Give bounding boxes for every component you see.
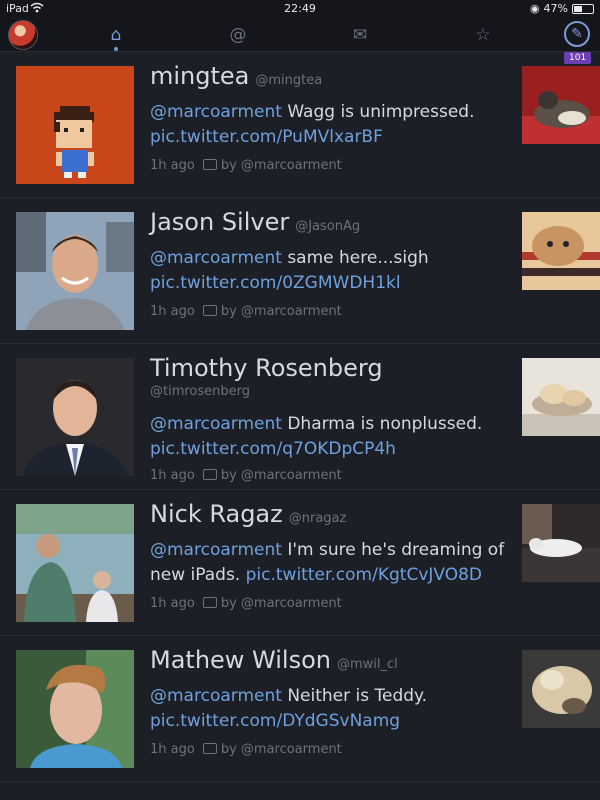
author-name[interactable]: mingtea bbox=[150, 62, 249, 90]
media-link[interactable]: pic.twitter.com/KgtCvJVO8D bbox=[246, 565, 482, 585]
tweet-meta: 1h ago by @marcoarment bbox=[150, 742, 342, 757]
toolbar: ⌂ @ ✉ ☆ ✎ bbox=[0, 18, 600, 52]
timestamp: 1h ago bbox=[150, 304, 195, 319]
mention-link[interactable]: @marcoarment bbox=[150, 540, 282, 560]
timestamp: 1h ago bbox=[150, 468, 195, 483]
unread-dot bbox=[114, 47, 118, 51]
tweet-meta: 1h ago by @marcoarment bbox=[150, 596, 342, 611]
tweet-row[interactable]: Mathew Wilson @mwil_cl @marcoarment Neith… bbox=[0, 636, 600, 782]
author-handle[interactable]: @mingtea bbox=[255, 73, 322, 88]
timestamp: 1h ago bbox=[150, 742, 195, 757]
media-link[interactable]: pic.twitter.com/PuMVlxarBF bbox=[150, 127, 383, 147]
tweet-text: @marcoarment Neither is Teddy. pic.twitt… bbox=[150, 684, 510, 734]
retweet-icon bbox=[202, 469, 217, 480]
mention-link[interactable]: @marcoarment bbox=[150, 414, 282, 434]
lock-rotation-icon: ◉ bbox=[529, 2, 540, 15]
home-icon[interactable]: ⌂ bbox=[103, 22, 129, 51]
battery-icon bbox=[572, 3, 594, 14]
tweet-body: same here...sigh bbox=[281, 248, 429, 268]
avatar[interactable] bbox=[16, 66, 134, 184]
favorites-icon[interactable]: ☆ bbox=[470, 22, 496, 48]
tweet-row[interactable]: Nick Ragaz @nragaz @marcoarment I'm sure … bbox=[0, 490, 600, 636]
author-line: Jason Silver @JasonAg bbox=[150, 208, 510, 236]
avatar[interactable] bbox=[16, 504, 134, 622]
mention-link[interactable]: @marcoarment bbox=[150, 686, 282, 706]
author-name[interactable]: Jason Silver bbox=[150, 208, 289, 236]
author-handle[interactable]: @JasonAg bbox=[295, 219, 360, 234]
author-name[interactable]: Nick Ragaz bbox=[150, 500, 283, 528]
tweet-row[interactable]: Timothy Rosenberg @timrosenberg @marcoar… bbox=[0, 344, 600, 490]
avatar[interactable] bbox=[16, 650, 134, 768]
mentions-icon[interactable]: @ bbox=[225, 22, 251, 48]
media-thumbnail[interactable] bbox=[522, 504, 600, 582]
timeline[interactable]: mingtea @mingtea @marcoarment Wagg is uni… bbox=[0, 52, 600, 800]
status-bar: iPad 22:49 ◉ 47% bbox=[0, 0, 600, 18]
tweet-text: @marcoarment same here...sigh pic.twitte… bbox=[150, 246, 510, 296]
battery-percent: 47% bbox=[543, 2, 568, 15]
clock: 22:49 bbox=[284, 2, 316, 15]
account-avatar[interactable] bbox=[8, 20, 38, 50]
media-link[interactable]: pic.twitter.com/q7OKDpCP4h bbox=[150, 439, 396, 459]
author-handle[interactable]: @mwil_cl bbox=[337, 657, 398, 672]
tweet-text: @marcoarment Dharma is nonplussed. pic.t… bbox=[150, 412, 510, 462]
messages-icon[interactable]: ✉ bbox=[347, 22, 373, 48]
author-line: Timothy Rosenberg bbox=[150, 354, 510, 382]
retweet-icon bbox=[202, 597, 217, 608]
media-link[interactable]: pic.twitter.com/0ZGMWDH1kl bbox=[150, 273, 401, 293]
tweet-body: Neither is Teddy. bbox=[281, 686, 428, 706]
mention-link[interactable]: @marcoarment bbox=[150, 248, 282, 268]
retweet-icon bbox=[202, 159, 217, 170]
avatar[interactable] bbox=[16, 358, 134, 476]
tweet-row[interactable]: Jason Silver @JasonAg @marcoarment same h… bbox=[0, 198, 600, 344]
author-line: mingtea @mingtea bbox=[150, 62, 510, 90]
author-line: Nick Ragaz @nragaz bbox=[150, 500, 510, 528]
retweeted-by[interactable]: by @marcoarment bbox=[221, 158, 342, 173]
compose-icon[interactable]: ✎ bbox=[564, 21, 590, 47]
media-thumbnail[interactable] bbox=[522, 66, 600, 144]
retweet-icon bbox=[202, 743, 217, 754]
tweet-meta: 1h ago by @marcoarment bbox=[150, 158, 342, 173]
unread-badge: 101 bbox=[564, 52, 592, 64]
author-name[interactable]: Timothy Rosenberg bbox=[150, 354, 383, 382]
media-thumbnail[interactable] bbox=[522, 358, 600, 436]
retweeted-by[interactable]: by @marcoarment bbox=[221, 468, 342, 483]
retweeted-by[interactable]: by @marcoarment bbox=[221, 304, 342, 319]
tweet-text: @marcoarment Wagg is unimpressed. pic.tw… bbox=[150, 100, 510, 150]
tweet-text: @marcoarment I'm sure he's dreaming of n… bbox=[150, 538, 510, 588]
battery-fill bbox=[574, 5, 583, 12]
media-link[interactable]: pic.twitter.com/DYdGSvNamg bbox=[150, 711, 400, 731]
retweeted-by[interactable]: by @marcoarment bbox=[221, 596, 342, 611]
retweeted-by[interactable]: by @marcoarment bbox=[221, 742, 342, 757]
media-thumbnail[interactable] bbox=[522, 650, 600, 728]
tweet-row[interactable]: mingtea @mingtea @marcoarment Wagg is uni… bbox=[0, 52, 600, 198]
tweet-meta: 1h ago by @marcoarment bbox=[150, 304, 342, 319]
author-name[interactable]: Mathew Wilson bbox=[150, 646, 331, 674]
author-handle[interactable]: @timrosenberg bbox=[150, 384, 250, 399]
tweet-meta: 1h ago by @marcoarment bbox=[150, 468, 342, 483]
avatar[interactable] bbox=[16, 212, 134, 330]
timestamp: 1h ago bbox=[150, 596, 195, 611]
mention-link[interactable]: @marcoarment bbox=[150, 102, 282, 122]
timestamp: 1h ago bbox=[150, 158, 195, 173]
tweet-body: Dharma is nonplussed. bbox=[281, 414, 483, 434]
media-thumbnail[interactable] bbox=[522, 212, 600, 290]
author-handle[interactable]: @nragaz bbox=[289, 511, 347, 526]
author-line: Mathew Wilson @mwil_cl bbox=[150, 646, 510, 674]
retweet-icon bbox=[202, 305, 217, 316]
tweet-body: Wagg is unimpressed. bbox=[281, 102, 475, 122]
